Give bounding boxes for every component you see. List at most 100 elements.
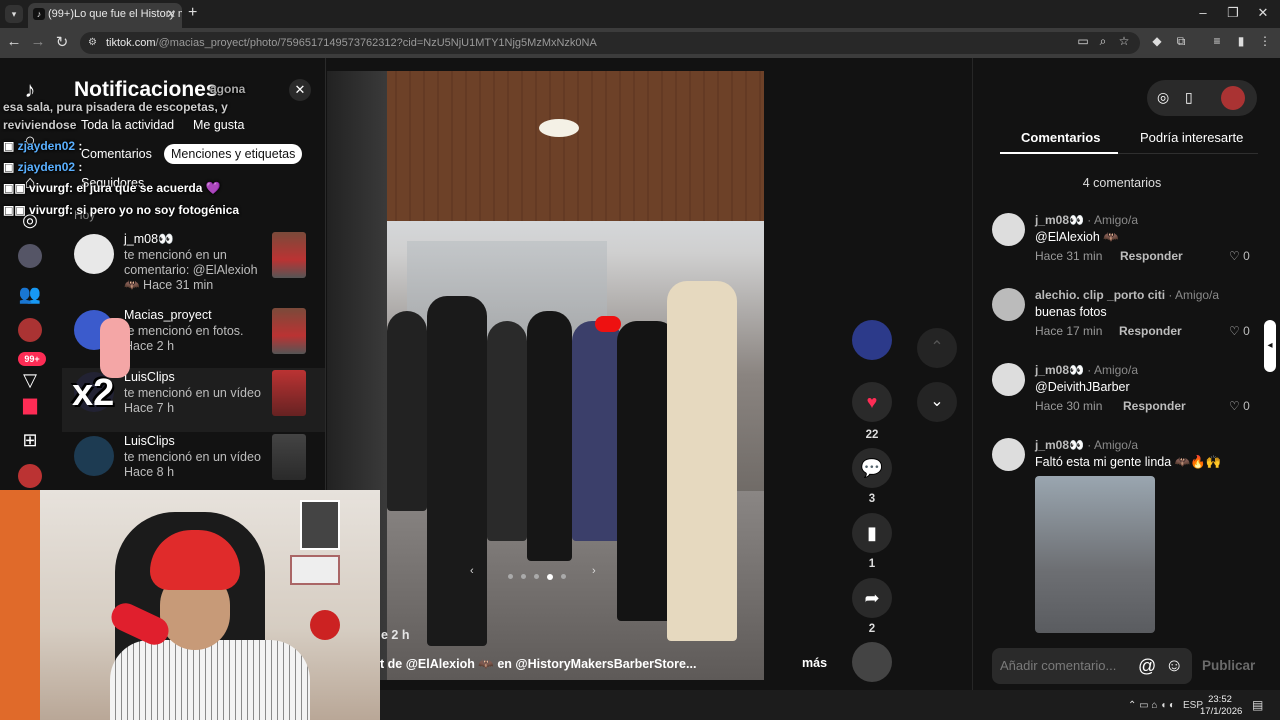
tab-comments[interactable]: Comentarios — [1021, 130, 1100, 145]
share-icon[interactable]: ➦ — [852, 578, 892, 618]
bookmark-icon[interactable]: ▮ — [852, 513, 892, 553]
chat-user: vivurgf — [29, 181, 70, 195]
friends-icon[interactable]: 👥 — [18, 282, 42, 306]
notification-thumbnail[interactable] — [272, 434, 306, 480]
notification-thumbnail[interactable] — [272, 370, 306, 416]
comment-username[interactable]: alechio. clip _porto citi — [1035, 288, 1165, 302]
notification-item[interactable]: LuisClips te mencionó en un vídeo Hace 8… — [62, 432, 325, 490]
comment-relation: · Amigo/a — [1083, 438, 1138, 452]
close-tab-icon[interactable]: ✕ — [166, 3, 176, 26]
minimize-icon[interactable]: – — [1188, 5, 1218, 20]
notification-user: LuisClips — [124, 434, 175, 448]
new-tab-icon[interactable]: + — [188, 4, 197, 22]
sound-avatar[interactable] — [852, 642, 892, 682]
reply-button[interactable]: Responder — [1123, 399, 1186, 413]
comment-image[interactable] — [1035, 476, 1155, 633]
zoom-icon[interactable]: ⌕ — [1094, 34, 1112, 49]
chat-line: ▣▣ vivurgf: si pero yo no soy fotogénica — [3, 203, 240, 217]
close-window-icon[interactable]: ✕ — [1248, 5, 1278, 21]
previous-post-icon[interactable]: ⌃ — [917, 328, 957, 368]
comment-user[interactable]: j_m08👀 · Amigo/a — [1035, 363, 1138, 377]
forward-icon[interactable]: → — [28, 33, 48, 50]
comment-username[interactable]: j_m08👀 — [1035, 363, 1084, 377]
carousel-dot[interactable] — [534, 574, 539, 580]
comment-count-label: 4 comentarios — [1082, 176, 1162, 190]
upload-icon[interactable]: ⊞ — [18, 428, 42, 452]
url-host: tiktok.com — [106, 37, 156, 49]
comment-username[interactable]: j_m08👀 — [1035, 213, 1084, 227]
comment-like[interactable]: ♡ 0 — [1229, 399, 1250, 413]
emoji-icon[interactable]: ☺ — [1165, 655, 1183, 676]
more-link[interactable]: más — [802, 656, 827, 670]
phone-icon[interactable]: ▯ — [1185, 89, 1193, 106]
notification-user: j_m08👀 — [124, 232, 174, 246]
extensions-puzzle-icon[interactable]: ⧉ — [1172, 34, 1190, 49]
chat-text: : — [78, 160, 83, 174]
tab-list-icon[interactable]: ▾ — [5, 5, 23, 23]
profile-avatar-icon[interactable] — [1221, 86, 1245, 110]
carousel-dot[interactable] — [508, 574, 513, 580]
live-avatar-icon[interactable] — [18, 318, 42, 342]
webcam-frame — [290, 555, 340, 585]
avatar[interactable] — [992, 213, 1025, 246]
comment-user[interactable]: j_m08👀 · Amigo/a — [1035, 213, 1138, 227]
restore-icon[interactable]: ❐ — [1218, 5, 1248, 21]
avatar[interactable] — [992, 438, 1025, 471]
site-info-icon[interactable]: ⚙ — [88, 32, 97, 54]
comment-icon[interactable]: 💬 — [852, 448, 892, 488]
next-post-icon[interactable]: ⌄ — [917, 382, 957, 422]
menu-icon[interactable]: ⋮ — [1256, 34, 1274, 48]
notification-center-icon[interactable]: ▤ — [1252, 698, 1263, 712]
collapse-panel-icon[interactable]: ◂ — [1264, 320, 1276, 372]
comment-like[interactable]: ♡ 0 — [1229, 324, 1250, 338]
carousel-next-icon[interactable]: › — [592, 565, 596, 577]
clock[interactable]: 23:52 17/1/2026 — [1200, 694, 1242, 718]
photo-post[interactable] — [327, 71, 764, 680]
carousel-prev-icon[interactable]: ‹ — [470, 565, 474, 577]
like-icon[interactable]: ♥ — [852, 382, 892, 422]
comment-user[interactable]: alechio. clip _porto citi · Amigo/a — [1035, 288, 1219, 302]
post-time: e 2 h — [381, 628, 410, 642]
post-caption[interactable]: t de @ElAlexioh 🦇 en @HistoryMakersBarbe… — [380, 657, 696, 672]
comment-input[interactable]: Añadir comentario... — [992, 648, 1192, 684]
avatar[interactable] — [992, 288, 1025, 321]
active-tab-indicator — [1000, 152, 1118, 154]
chat-text: : el jura que se acuerda 💜 — [69, 181, 221, 195]
carousel-dot[interactable] — [561, 574, 566, 580]
tiktok-favicon-icon: ♪ — [33, 8, 45, 20]
profile-icon[interactable]: ▮ — [1232, 34, 1250, 48]
messages-icon[interactable]: ▆ — [18, 392, 42, 416]
comment-username[interactable]: j_m08👀 — [1035, 438, 1084, 452]
publish-button[interactable]: Publicar — [1202, 658, 1255, 673]
reply-button[interactable]: Responder — [1119, 324, 1182, 338]
reply-button[interactable]: Responder — [1120, 249, 1183, 263]
comment-count: 3 — [868, 493, 876, 505]
following-avatar-icon[interactable] — [18, 244, 42, 268]
profile-avatar-icon[interactable] — [18, 464, 42, 488]
url-input[interactable]: ⚙ tiktok.com/@macias_proyect/photo/75965… — [80, 32, 1140, 54]
browser-tab[interactable]: ♪ (99+)Lo que fue el History mei ✕ — [28, 3, 182, 28]
bookmark-star-icon[interactable]: ☆ — [1115, 34, 1133, 48]
tray-icons[interactable]: ⌃ ▭ ⌂ ◖ ◐ — [1128, 700, 1175, 711]
comment-text: Faltó esta mi gente linda 🦇🔥🙌 — [1035, 455, 1222, 469]
avatar[interactable] — [992, 363, 1025, 396]
install-app-icon[interactable]: ▭ — [1074, 34, 1092, 48]
comment-like[interactable]: ♡ 0 — [1229, 249, 1250, 263]
inbox-icon[interactable]: ▽ — [18, 368, 42, 392]
mention-icon[interactable]: @ — [1138, 656, 1156, 677]
sticker-character — [100, 318, 130, 378]
notification-item[interactable]: j_m08👀 te mencionó en un comentario: @El… — [62, 230, 325, 294]
reload-icon[interactable]: ↻ — [52, 33, 72, 51]
comment-user[interactable]: j_m08👀 · Amigo/a — [1035, 438, 1138, 452]
notification-thumbnail[interactable] — [272, 308, 306, 354]
extension-icon[interactable]: ◆ — [1148, 34, 1166, 48]
tab-might-like[interactable]: Podría interesarte — [1140, 130, 1243, 145]
carousel-dot-active[interactable] — [547, 573, 553, 580]
carousel-dot[interactable] — [521, 574, 526, 580]
explore-icon[interactable]: ◎ — [1157, 89, 1169, 106]
creator-avatar[interactable] — [852, 320, 892, 360]
media-icon[interactable]: ≡ — [1208, 34, 1226, 48]
notification-thumbnail[interactable] — [272, 232, 306, 278]
photo-person — [527, 311, 572, 561]
back-icon[interactable]: ← — [4, 33, 24, 50]
